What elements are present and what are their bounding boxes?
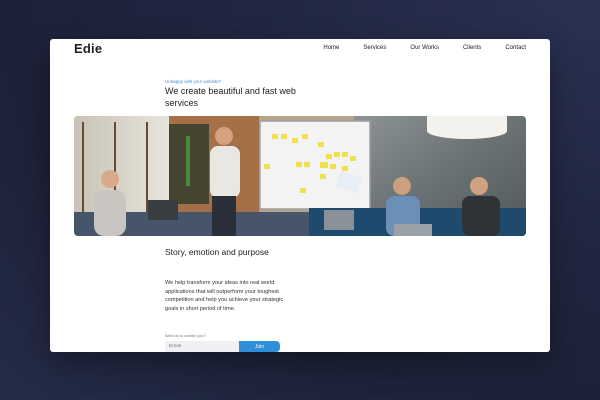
browser-window: Edie Home Services Our Works Clients Con… [50,39,550,352]
nav-clients[interactable]: Clients [463,45,481,51]
nav-home[interactable]: Home [323,45,339,51]
about-title: Story, emotion and purpose [165,247,269,257]
signup-label: Want us to contact you? [165,334,206,338]
email-field[interactable] [165,341,239,352]
hero-photo-illustration [74,116,526,236]
hero-headline: We create beautiful and fast web service… [165,86,296,108]
about-body: We help transform your ideas into real w… [165,280,284,312]
hero-eyebrow: Unhappy with your website? [165,79,222,84]
top-nav: Edie Home Services Our Works Clients Con… [50,39,550,61]
nav-services[interactable]: Services [363,45,386,51]
nav-menu: Home Services Our Works Clients Contact [323,45,526,51]
hero-image [74,116,526,236]
nav-contact[interactable]: Contact [505,45,526,51]
site-logo[interactable]: Edie [74,41,102,56]
join-button[interactable]: Join [239,341,280,352]
nav-our-works[interactable]: Our Works [410,45,439,51]
